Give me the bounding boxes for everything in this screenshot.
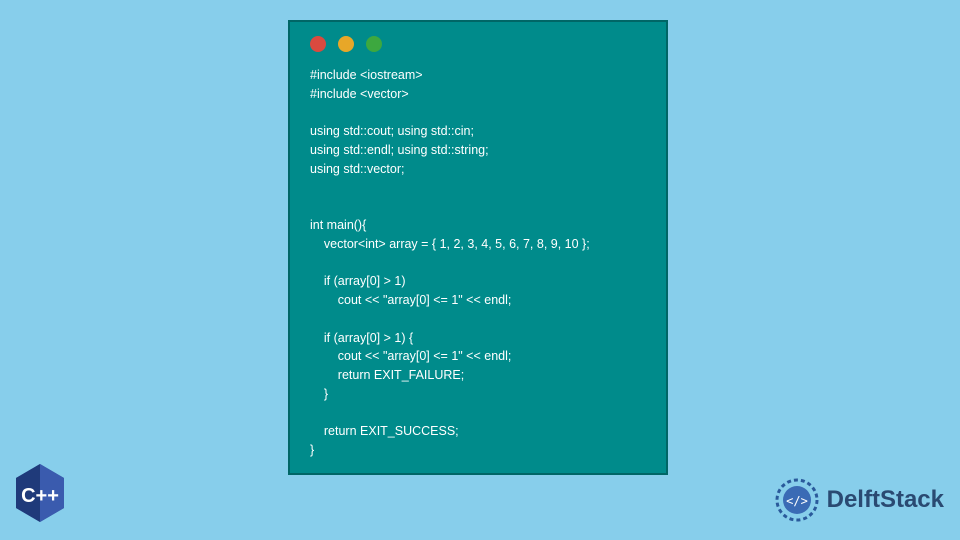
code-line: cout << "array[0] <= 1" << endl; <box>310 349 511 363</box>
code-line: cout << "array[0] <= 1" << endl; <box>310 293 511 307</box>
delftstack-text: DelftStack <box>827 486 944 514</box>
cpp-logo-icon: C++ <box>12 462 68 524</box>
close-icon <box>310 36 326 52</box>
code-line: return EXIT_SUCCESS; <box>310 424 459 438</box>
minimize-icon <box>338 36 354 52</box>
code-line: using std::endl; using std::string; <box>310 143 489 157</box>
code-line: using std::vector; <box>310 162 405 176</box>
code-line: #include <vector> <box>310 87 409 101</box>
svg-text:</>: </> <box>786 494 808 508</box>
code-line: return EXIT_FAILURE; <box>310 368 464 382</box>
code-line: using std::cout; using std::cin; <box>310 124 474 138</box>
code-line: if (array[0] > 1) { <box>310 331 413 345</box>
code-line: vector<int> array = { 1, 2, 3, 4, 5, 6, … <box>310 237 590 251</box>
gear-icon: </> <box>773 476 821 524</box>
code-line: } <box>310 387 328 401</box>
code-content: #include <iostream> #include <vector> us… <box>290 60 666 466</box>
code-line: if (array[0] > 1) <box>310 274 406 288</box>
maximize-icon <box>366 36 382 52</box>
code-window: #include <iostream> #include <vector> us… <box>288 20 668 475</box>
code-line: } <box>310 443 314 457</box>
code-line: #include <iostream> <box>310 68 423 82</box>
code-line: int main(){ <box>310 218 366 232</box>
svg-text:C++: C++ <box>21 485 59 507</box>
window-titlebar-dots <box>290 22 666 60</box>
delftstack-logo: </> DelftStack <box>773 476 944 524</box>
